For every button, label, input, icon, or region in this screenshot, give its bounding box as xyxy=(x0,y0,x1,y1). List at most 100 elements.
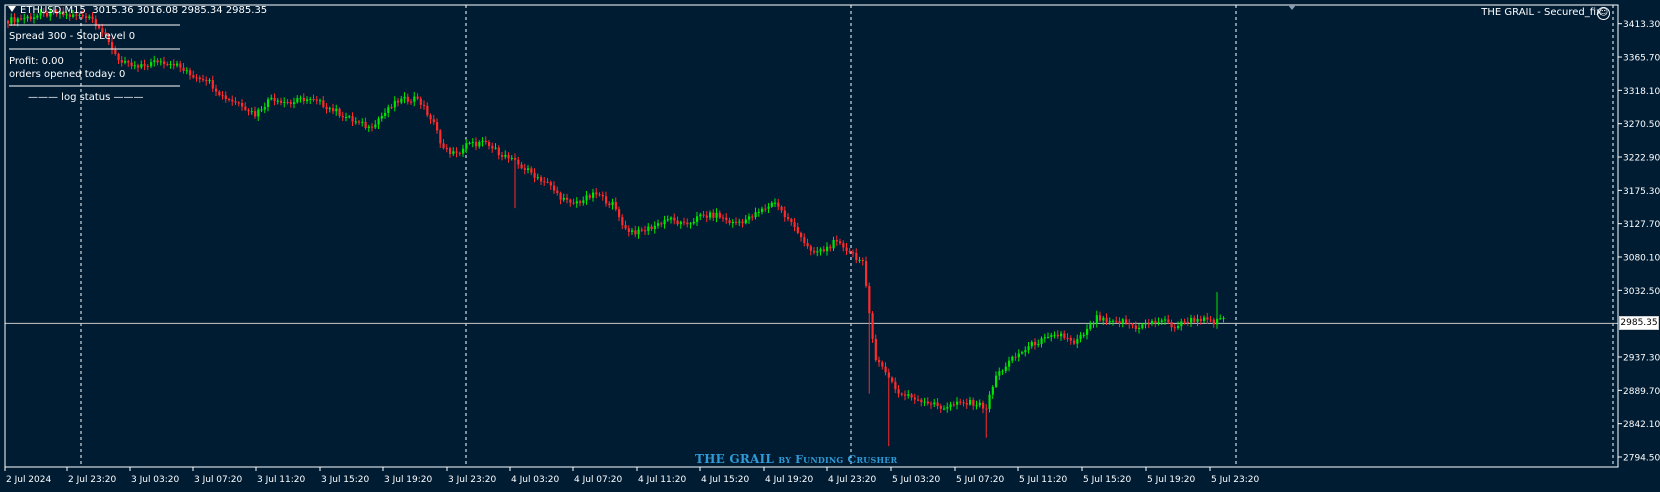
candle-body xyxy=(198,77,201,80)
candle-body xyxy=(855,252,858,261)
candle-body xyxy=(458,152,461,154)
candle-body xyxy=(842,243,845,248)
candle-body xyxy=(878,360,881,363)
candle-body xyxy=(1160,320,1163,322)
candle-body xyxy=(345,116,348,118)
candle-body xyxy=(1014,356,1017,358)
candle-body xyxy=(579,201,582,203)
candle-body xyxy=(497,147,500,156)
candle-body xyxy=(432,119,435,123)
candle-body xyxy=(354,121,357,123)
candle-body xyxy=(449,148,452,154)
candle-body xyxy=(377,118,380,125)
candle-body xyxy=(965,403,968,405)
candle-body xyxy=(384,112,387,116)
candle-body xyxy=(780,206,783,211)
candle-body xyxy=(1154,320,1157,323)
candle-body xyxy=(595,192,598,195)
candle-body xyxy=(156,60,159,63)
candle-body xyxy=(803,237,806,244)
candle-body xyxy=(1089,324,1092,329)
candle-body xyxy=(696,216,699,222)
candle-body xyxy=(735,221,738,223)
candle-body xyxy=(605,196,608,204)
candle-body xyxy=(874,338,877,361)
candle-body xyxy=(179,63,182,68)
x-tick-label: 4 Jul 11:20 xyxy=(638,475,687,485)
candle-body xyxy=(267,99,270,108)
y-tick-label: 3318.10 xyxy=(1623,87,1660,97)
candle-body xyxy=(1069,338,1072,341)
candle-body xyxy=(172,63,175,66)
candle-body xyxy=(462,148,465,154)
candle-body xyxy=(621,217,624,226)
candle-body xyxy=(1073,340,1076,344)
candle-body xyxy=(7,20,10,24)
candle-body xyxy=(283,101,286,103)
chart-window[interactable]: 3413.30 3365.70 3318.10 3270.50 3222.90 3175.… xyxy=(0,0,1660,492)
smiley-icon[interactable]: ☺ xyxy=(1597,7,1610,20)
candle-body xyxy=(221,95,224,97)
candle-body xyxy=(582,200,585,203)
candle-body xyxy=(286,101,289,103)
candle-body xyxy=(793,222,796,228)
candle-body xyxy=(978,402,981,406)
symbol-label: ETHUSD,M15 xyxy=(20,5,86,16)
candle-body xyxy=(985,408,988,410)
candle-body xyxy=(1209,319,1212,321)
x-tick-label: 4 Jul 07:20 xyxy=(574,475,623,485)
candle-body xyxy=(679,221,682,225)
candle-body xyxy=(1008,360,1011,367)
candle-body xyxy=(1164,319,1167,321)
expert-advisor-title[interactable]: THE GRAIL - Secured_fix xyxy=(1481,7,1602,19)
candle-body xyxy=(1151,320,1154,325)
candle-body xyxy=(718,212,721,218)
candle-body xyxy=(946,407,949,409)
candle-body xyxy=(764,208,767,210)
y-tick-label: 3270.50 xyxy=(1623,120,1660,130)
candle-body xyxy=(387,107,390,113)
collapse-triangle-icon[interactable] xyxy=(8,6,16,12)
symbol-header[interactable]: ETHUSD,M15 3015.36 3016.08 2985.34 2985.… xyxy=(8,5,267,17)
candle-body xyxy=(137,65,140,68)
candle-body xyxy=(826,246,829,252)
candle-body xyxy=(647,226,650,232)
candle-body xyxy=(150,62,153,67)
candle-body xyxy=(1203,317,1206,321)
candle-body xyxy=(991,386,994,395)
candle-body xyxy=(1173,327,1176,329)
candle-body xyxy=(806,243,809,247)
candle-body xyxy=(738,221,741,223)
candle-body xyxy=(1222,317,1225,319)
candle-body xyxy=(930,403,933,405)
watermark: THE GRAIL by Funding Crusher xyxy=(695,452,897,466)
candle-body xyxy=(1144,323,1147,325)
candle-body xyxy=(247,109,250,112)
candle-body xyxy=(1060,333,1063,337)
candle-body xyxy=(234,101,237,103)
candle-body xyxy=(1053,334,1056,336)
candle-body xyxy=(455,151,458,153)
candle-body xyxy=(962,402,965,404)
candle-body xyxy=(1001,370,1004,372)
candle-body xyxy=(488,142,491,146)
candle-body xyxy=(1167,319,1170,323)
candle-body xyxy=(1076,339,1079,344)
candle-body xyxy=(403,96,406,99)
candle-body xyxy=(536,177,539,179)
candle-body xyxy=(452,151,455,154)
y-tick-label: 3127.70 xyxy=(1623,220,1660,230)
candle-body xyxy=(1108,321,1111,323)
candle-body xyxy=(884,366,887,373)
candle-body xyxy=(1219,318,1222,320)
candle-body xyxy=(748,216,751,220)
shift-marker-icon[interactable] xyxy=(1288,5,1296,10)
candle-body xyxy=(13,17,16,23)
y-tick-label: 3365.70 xyxy=(1623,54,1660,64)
candle-body xyxy=(894,381,897,390)
candle-body xyxy=(709,212,712,218)
candle-body xyxy=(1047,337,1050,339)
candle-body xyxy=(244,106,247,110)
price-chart[interactable]: 3413.30 3365.70 3318.10 3270.50 3222.90 3175.… xyxy=(0,0,1660,492)
candle-body xyxy=(429,115,432,120)
